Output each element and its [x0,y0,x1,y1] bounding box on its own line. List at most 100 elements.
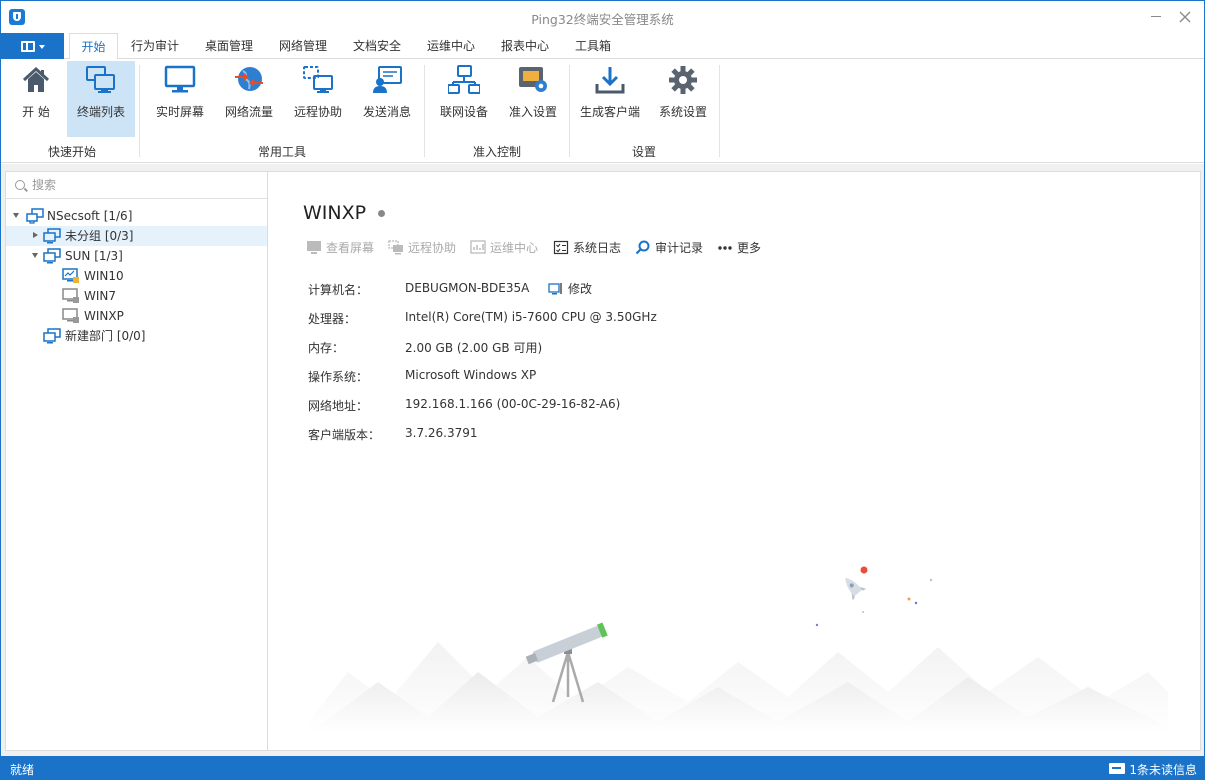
monitor-icon [164,65,196,93]
tree-node-label: WIN10 [84,269,124,283]
ribbon-remote-assist-label: 远程协助 [293,105,342,119]
info-label-cpu: 处理器： [308,312,357,326]
ribbon-system-settings-button[interactable]: 系统设置 [651,61,715,137]
ribbon-network-device-button[interactable]: 联网设备 [432,61,496,137]
remote-assist-icon [303,66,333,93]
search-box [6,172,267,199]
ribbon-start-button[interactable]: 开 始 [9,61,63,137]
app-menu-button[interactable] [1,33,64,59]
minimize-icon [1151,16,1161,17]
unread-messages-link[interactable]: 1条未读信息 [1129,761,1197,778]
tab-desktop-management[interactable]: 桌面管理 [197,33,261,59]
tab-ops-center[interactable]: 运维中心 [419,33,483,59]
ribbon-generate-client-button[interactable]: 生成客户端 [575,61,645,137]
tree-node-label: WINXP [84,309,124,323]
tree-node-label: NSecsoft [1/6] [47,209,133,223]
tab-network-management[interactable]: 网络管理 [271,33,335,59]
monitor-group-icon [43,328,61,344]
expand-toggle-icon[interactable] [13,213,19,218]
expand-toggle-icon[interactable] [33,232,38,238]
system-log-action[interactable]: 系统日志 [553,239,625,257]
action-label: 远程协助 [408,241,457,255]
offline-pc-icon [62,288,79,303]
info-label-network: 网络地址： [308,399,369,413]
ribbon-access-settings-button[interactable]: 准入设置 [501,61,565,137]
search-icon [635,240,650,255]
title-bar: Ping32终端安全管理系统 [1,1,1204,33]
group-label-settings: 设置 [631,145,656,159]
ribbon-network-traffic-button[interactable]: 网络流量 [217,61,281,137]
ops-center-action[interactable]: 运维中心 [470,239,542,257]
search-icon [15,180,25,190]
network-group-icon [26,208,44,224]
search-input[interactable] [32,176,252,194]
offline-status-dot [378,210,385,217]
tree-node-winxp[interactable]: WINXP [6,306,267,326]
telescope-illustration [308,566,1168,732]
group-label-quick-start: 快速开始 [47,145,96,159]
ribbon-access-settings-label: 准入设置 [508,105,557,119]
download-icon [595,67,625,94]
tree-node-root[interactable]: NSecsoft [1/6] [6,206,267,226]
remote-icon [388,240,403,255]
action-label: 系统日志 [573,241,622,255]
tab-toolbox[interactable]: 工具箱 [567,33,619,59]
more-action[interactable]: 更多 [717,239,767,257]
tab-report-center[interactable]: 报表中心 [493,33,557,59]
chevron-down-icon [39,45,45,49]
ribbon-send-message-button[interactable]: 发送消息 [355,61,419,137]
info-value-cpu: Intel(R) Core(TM) i5-7600 CPU @ 3.50GHz [405,310,657,324]
view-screen-action[interactable]: 查看屏幕 [306,239,378,257]
globe-traffic-icon [235,67,263,91]
status-bar: 就绪 1条未读信息 [1,756,1205,780]
access-settings-icon [519,67,547,92]
minimize-button[interactable] [1144,5,1168,29]
tree-node-ungrouped[interactable]: 未分组 [0/3] [6,226,267,246]
info-value-computer-name: DEBUGMON-BDE35A [405,281,530,295]
message-icon[interactable] [1109,763,1125,774]
expand-toggle-icon[interactable] [32,253,38,258]
monitor-icon [307,241,321,254]
group-label-common-tools: 常用工具 [257,145,306,159]
rocket-icon [845,577,867,601]
action-label: 更多 [737,241,762,255]
tree-node-sun[interactable]: SUN [1/3] [6,246,267,266]
terminal-list-icon [86,66,115,93]
tree-node-label: WIN7 [84,289,117,303]
tab-document-security[interactable]: 文档安全 [345,33,409,59]
info-label-memory: 内存： [308,341,345,355]
ops-icon [470,240,486,254]
group-label-access-control: 准入控制 [472,145,521,159]
log-icon [553,240,569,255]
tree-node-label: SUN [1/3] [65,249,123,263]
monitor-group-icon [43,228,61,244]
audit-record-action[interactable]: 审计记录 [635,239,707,257]
tree-node-win7[interactable]: WIN7 [6,286,267,306]
remote-assist-action[interactable]: 远程协助 [388,239,460,257]
ribbon-generate-client-label: 生成客户端 [579,105,640,119]
online-pc-icon [62,268,79,283]
tab-start[interactable]: 开始 [69,33,118,60]
ribbon-remote-assist-button[interactable]: 远程协助 [286,61,350,137]
tree-node-win10[interactable]: WIN10 [6,266,267,286]
ribbon-terminal-list-button[interactable]: 终端列表 [67,61,135,137]
network-device-icon [448,65,480,94]
computer-title: WINXP [303,202,367,224]
status-text: 就绪 [10,763,35,777]
tree-node-new-dept[interactable]: 新建部门 [0/0] [6,326,267,346]
offline-pc-icon [62,308,79,323]
edit-icon [548,283,562,295]
ribbon-separator [719,65,720,157]
terminal-tree-panel: NSecsoft [1/6] 未分组 [0/3] SUN [1/3] [5,171,268,751]
tab-behavior-audit[interactable]: 行为审计 [123,33,187,59]
layout-icon [21,41,35,52]
info-value-os: Microsoft Windows XP [405,368,537,382]
window-title: Ping32终端安全管理系统 [531,12,674,27]
app-window: Ping32终端安全管理系统 开始 行为审计 桌面管理 网络管理 文档安全 运维… [0,0,1205,780]
ribbon-realtime-screen-button[interactable]: 实时屏幕 [148,61,212,137]
gear-icon [669,66,697,94]
tree-node-label: 新建部门 [0/0] [65,329,146,343]
ribbon-separator [424,65,425,157]
close-button[interactable] [1173,5,1197,29]
ribbon-send-message-label: 发送消息 [362,105,411,119]
